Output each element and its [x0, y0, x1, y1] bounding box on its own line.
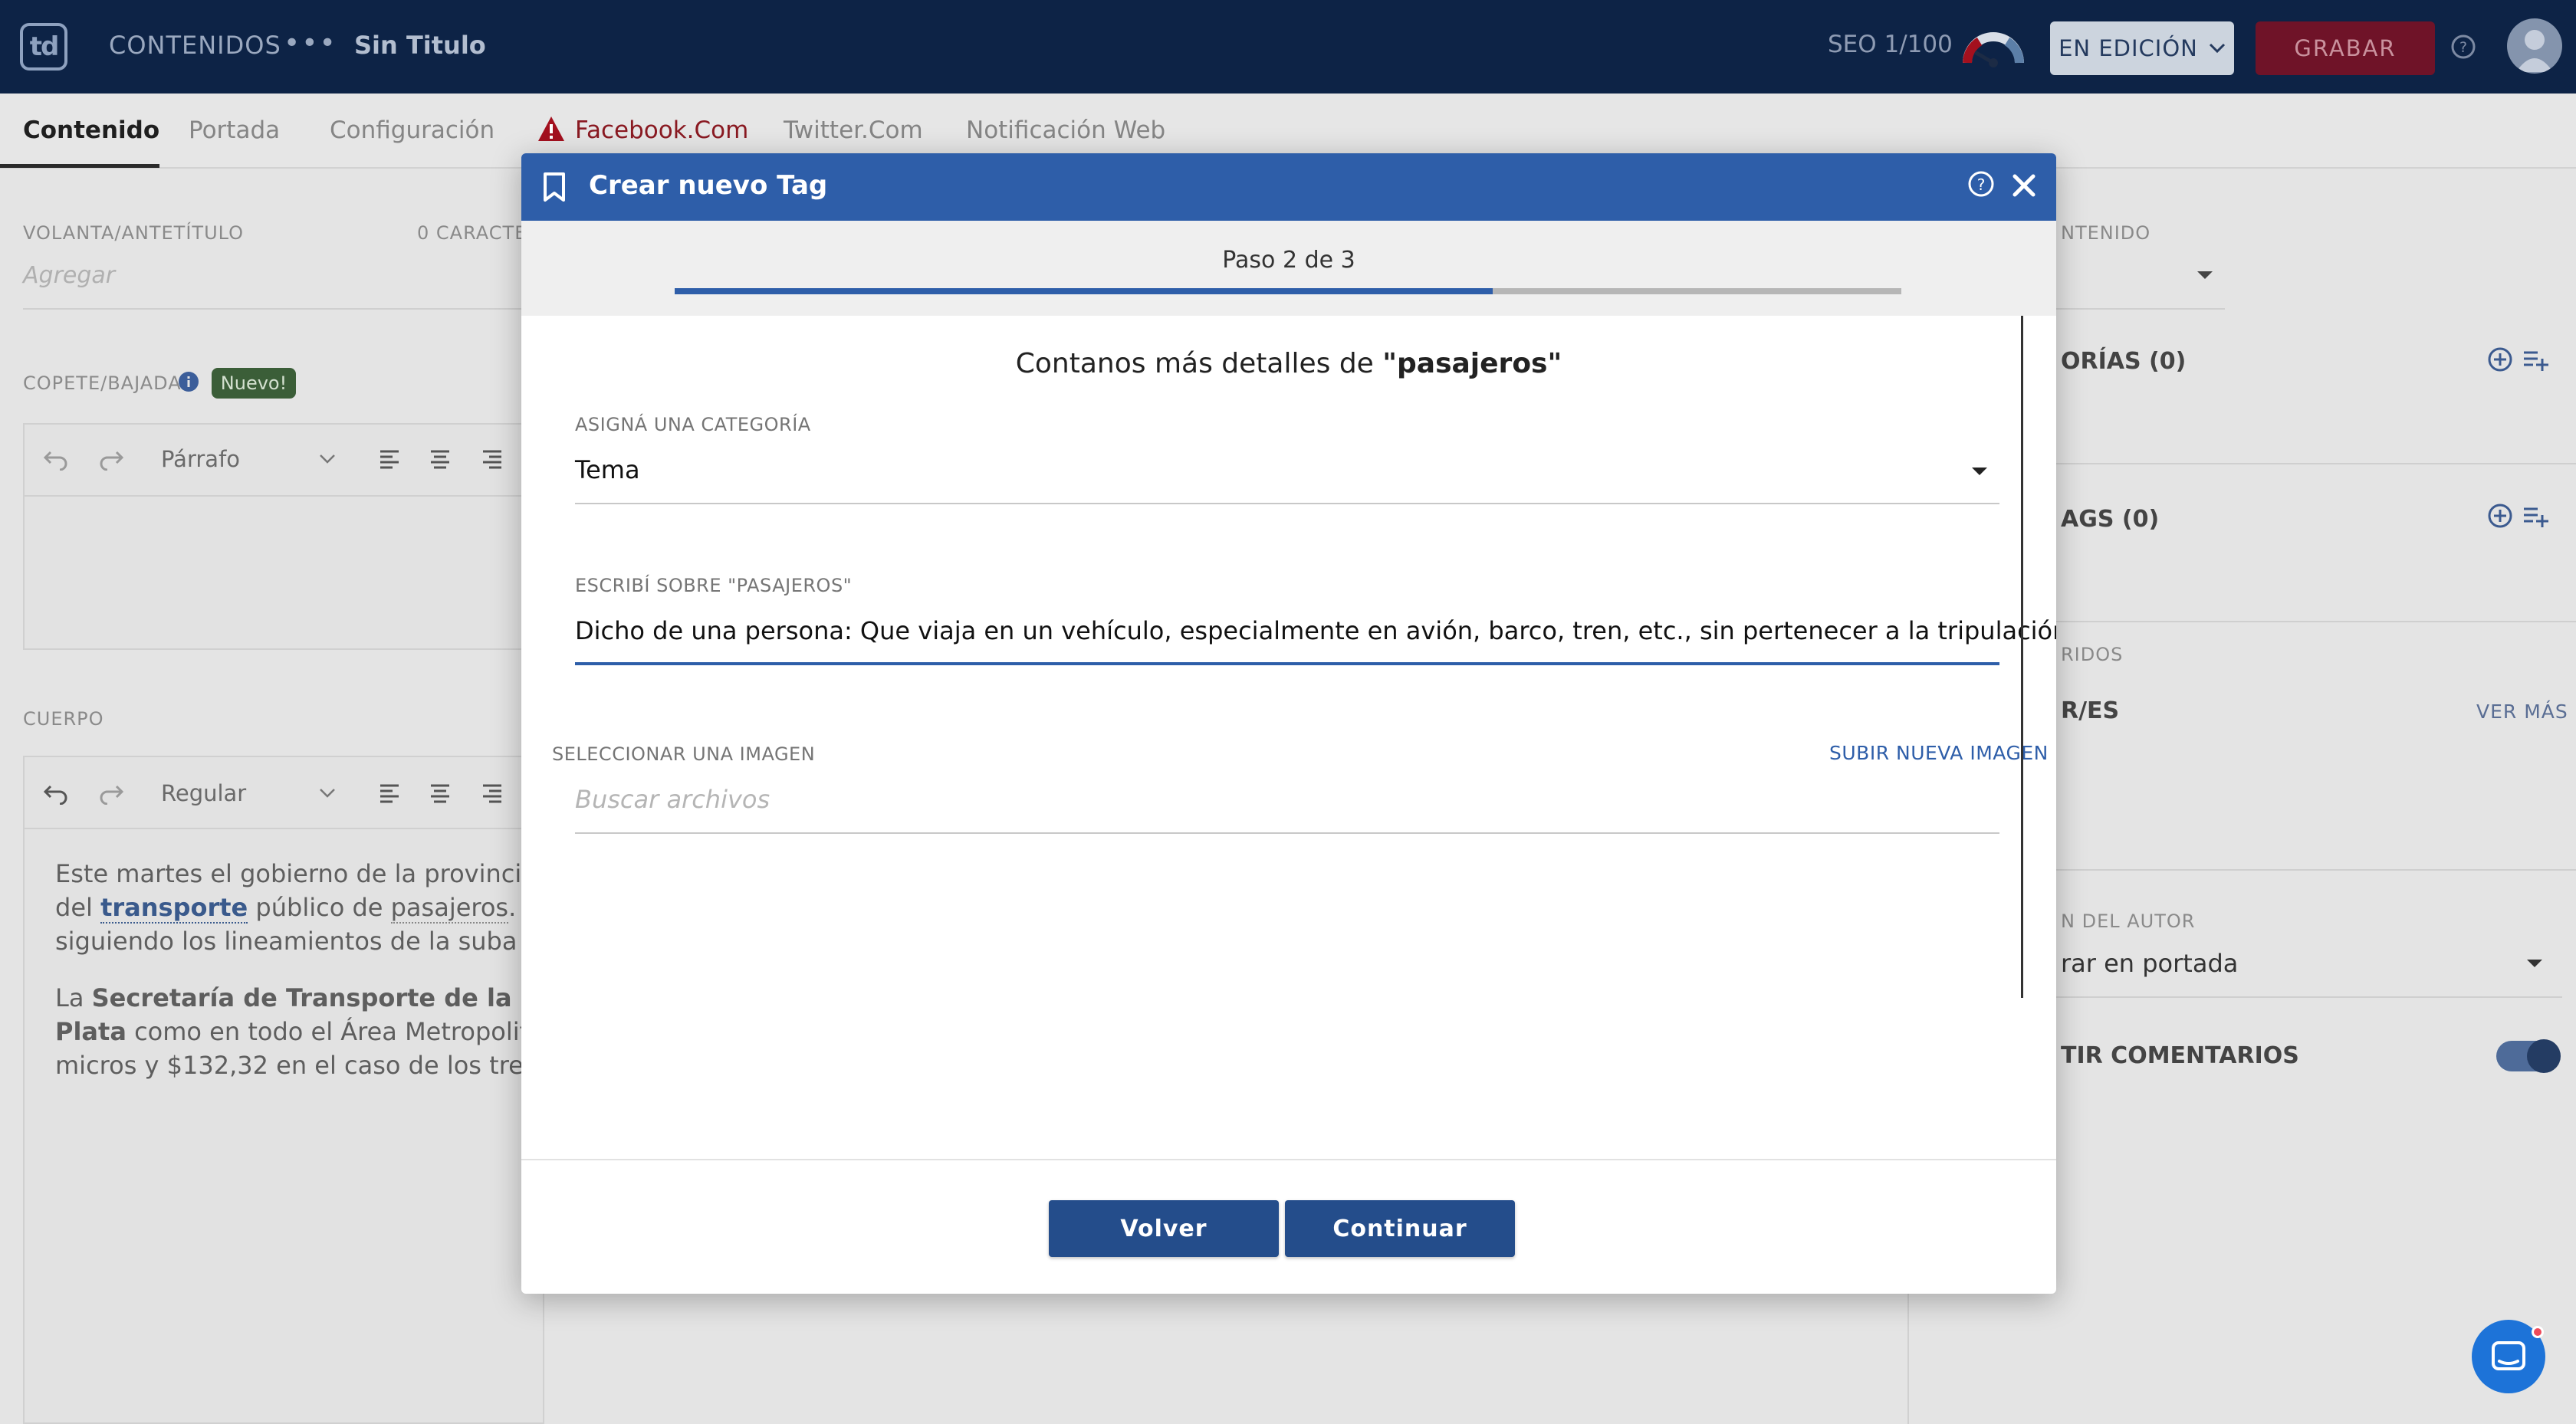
- modal-title: Crear nuevo Tag: [589, 170, 828, 201]
- help-icon[interactable]: ?: [1967, 170, 1995, 198]
- close-icon[interactable]: [2009, 170, 2039, 201]
- step-text: Paso 2 de 3: [1222, 247, 1355, 274]
- create-tag-modal: Crear nuevo Tag ? Paso 2 de 3 Contanos m…: [521, 153, 2056, 1294]
- category-underline: [575, 503, 1999, 504]
- category-select[interactable]: Tema: [575, 455, 640, 484]
- bookmark-icon: [544, 172, 565, 202]
- description-input[interactable]: Dicho de una persona: Que viaja en un ve…: [575, 616, 2056, 645]
- modal-footer-divider: [521, 1159, 2056, 1160]
- image-search-input[interactable]: Buscar archivos: [575, 785, 770, 814]
- step-progress-fill: [675, 288, 1493, 294]
- back-button[interactable]: Volver: [1049, 1200, 1279, 1257]
- notification-dot: [2532, 1326, 2544, 1338]
- upload-image-link[interactable]: SUBIR NUEVA IMAGEN: [1829, 742, 2049, 764]
- heading-prefix: Contanos más detalles de: [1015, 348, 1383, 379]
- description-underline-focused: [575, 662, 1999, 665]
- heading-term: "pasajeros": [1382, 348, 1562, 379]
- caret-down-icon[interactable]: [1972, 468, 1987, 475]
- image-label: SELECCIONAR UNA IMAGEN: [552, 743, 816, 765]
- image-search-underline: [575, 832, 1999, 834]
- continue-button[interactable]: Continuar: [1285, 1200, 1515, 1257]
- scrollbar[interactable]: [2021, 316, 2023, 998]
- description-label: ESCRIBÍ SOBRE "PASAJEROS": [575, 575, 853, 596]
- svg-text:?: ?: [1977, 176, 1986, 194]
- modal-heading: Contanos más detalles de "pasajeros": [521, 348, 2056, 379]
- category-label: ASIGNÁ UNA CATEGORÍA: [575, 414, 811, 435]
